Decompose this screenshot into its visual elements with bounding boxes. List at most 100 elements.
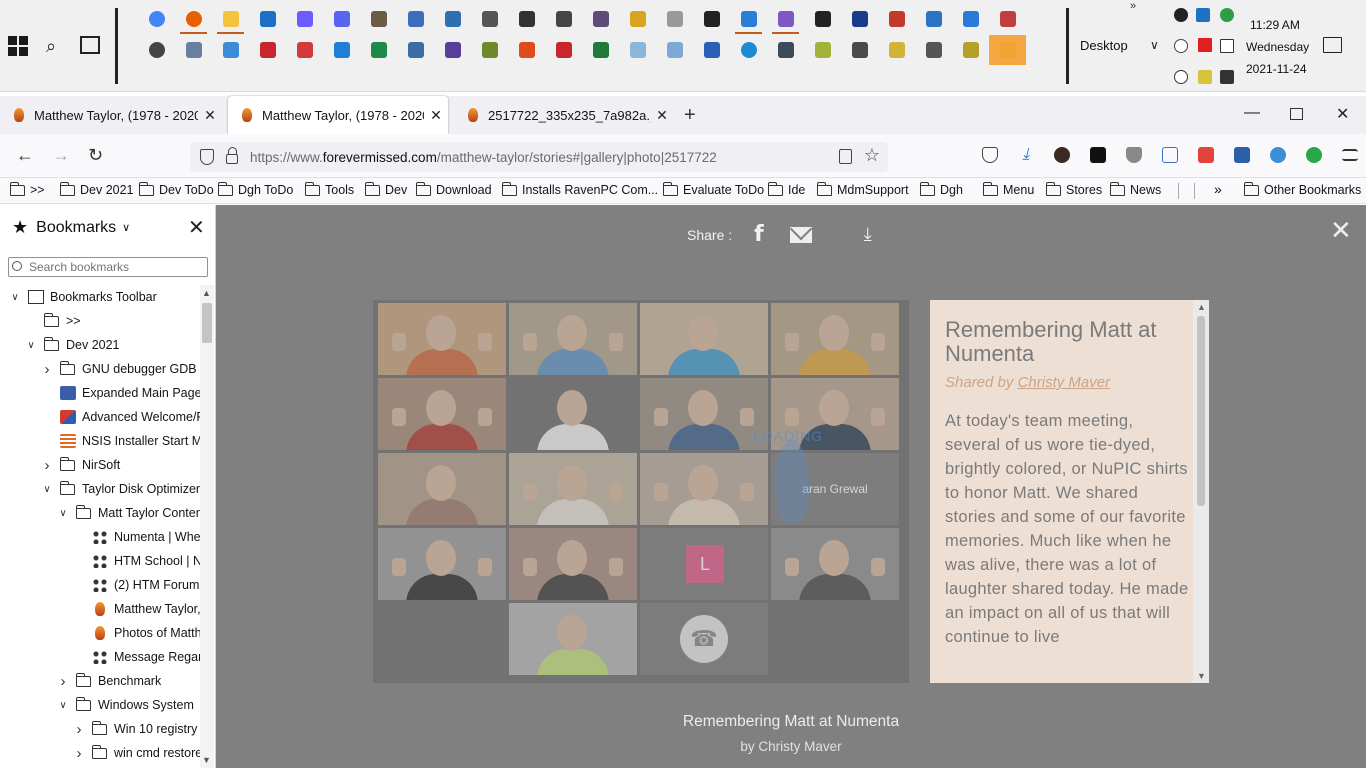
bookmark-folder-news[interactable]: News — [1109, 181, 1161, 197]
close-tab-icon[interactable]: ✕ — [424, 107, 448, 124]
help-icon[interactable] — [915, 35, 952, 65]
share-icon[interactable] — [1260, 144, 1296, 166]
bookmark-folder-row[interactable]: ∨ Matt Taylor Content — [56, 501, 200, 525]
bookmark-folder-row[interactable]: ∨ Windows System — [56, 693, 200, 717]
tracking-protection-icon[interactable] — [200, 149, 214, 165]
url-text[interactable]: https://www.forevermissed.com/matthew-ta… — [250, 150, 717, 165]
chevron-right-icon[interactable]: › — [40, 457, 54, 474]
download-icon[interactable]: ⤓ — [864, 224, 872, 245]
tab-matthew-taylor-2[interactable]: Matthew Taylor, (1978 - 2020) - F ✕ — [228, 96, 448, 134]
scrollbar-thumb[interactable] — [202, 303, 212, 343]
email-icon[interactable] — [789, 226, 812, 243]
network-icon[interactable] — [1220, 39, 1234, 53]
pocket-icon[interactable] — [972, 144, 1008, 166]
close-window-button[interactable]: ✕ — [1336, 104, 1349, 124]
bookmark-folder-[interactable]: >> — [9, 181, 45, 197]
gear-icon[interactable] — [138, 35, 175, 65]
gimp-icon[interactable] — [360, 4, 397, 34]
back-button[interactable]: ← — [16, 145, 34, 166]
app-icon[interactable] — [878, 35, 915, 65]
bookmark-row[interactable]: Message Regardi — [72, 645, 200, 669]
story-scrollbar[interactable]: ▲ ▼ — [1193, 300, 1209, 683]
app-icon[interactable] — [878, 4, 915, 34]
tray-app-icon[interactable] — [1198, 70, 1212, 84]
other-bookmarks-folder[interactable]: Other Bookmarks — [1243, 181, 1361, 197]
sidebar-header[interactable]: ★ Bookmarks ∨ — [12, 217, 130, 238]
excel-icon[interactable] — [360, 35, 397, 65]
menu-icon[interactable] — [1332, 144, 1366, 166]
bookmark-folder-evaluate-todo[interactable]: Evaluate ToDo — [662, 181, 764, 197]
chevron-down-icon[interactable]: ∨ — [56, 508, 70, 519]
tray-app-icon[interactable] — [1220, 70, 1234, 84]
chevron-right-icon[interactable]: › — [72, 721, 86, 738]
bookmark-folder-dev-2021[interactable]: Dev 2021 — [59, 181, 134, 197]
extension-icon[interactable] — [1296, 144, 1332, 166]
messenger-icon[interactable] — [286, 4, 323, 34]
notepad-icon[interactable] — [619, 4, 656, 34]
app-icon[interactable] — [841, 4, 878, 34]
downloads-icon[interactable]: ⤓ — [1008, 144, 1044, 166]
search-icon[interactable]: ⌕ — [46, 36, 56, 57]
chevron-down-icon[interactable]: ∨ — [8, 292, 22, 303]
sidebar-scrollbar[interactable]: ▲ ▼ — [200, 285, 214, 768]
cloud-icon[interactable] — [1174, 39, 1188, 53]
restore-button[interactable] — [1290, 108, 1303, 120]
device-app-icon[interactable] — [582, 4, 619, 34]
camera-icon[interactable] — [841, 35, 878, 65]
notification-icon[interactable] — [1323, 37, 1342, 53]
lock-icon[interactable] — [226, 147, 238, 164]
bookmark-folder-row[interactable]: >> — [24, 309, 200, 333]
bookmark-folder-stores[interactable]: Stores — [1045, 181, 1102, 197]
close-sidebar-button[interactable]: ✕ — [188, 215, 205, 240]
pdf-icon[interactable] — [286, 35, 323, 65]
clock[interactable]: 11:29 AM Wednesday 2021-11-24 — [1246, 14, 1309, 80]
tray-app-icon[interactable] — [1174, 8, 1188, 22]
bookmark-folder-row[interactable]: › NirSoft — [40, 453, 200, 477]
acrobat-icon[interactable] — [545, 35, 582, 65]
bookmark-folder-installs-ravenpc-com[interactable]: Installs RavenPC Com... — [501, 181, 658, 197]
app-icon[interactable] — [397, 4, 434, 34]
scroll-down-arrow[interactable]: ▼ — [202, 755, 211, 765]
extension-icon[interactable] — [1224, 144, 1260, 166]
app-icon[interactable] — [804, 35, 841, 65]
document-icon[interactable] — [656, 35, 693, 65]
outlook-tray-icon[interactable] — [1196, 8, 1210, 22]
tree-icon[interactable] — [471, 35, 508, 65]
close-tab-icon[interactable]: ✕ — [650, 107, 674, 124]
bookmark-folder-dev-todo[interactable]: Dev ToDo — [138, 181, 214, 197]
control-panel-icon[interactable] — [212, 35, 249, 65]
chrome-icon[interactable] — [138, 4, 175, 34]
extension-icon[interactable] — [1080, 144, 1116, 166]
bookmark-row[interactable]: HTM School | Nu — [72, 549, 200, 573]
timer-icon[interactable] — [656, 4, 693, 34]
acrobat-icon[interactable] — [249, 35, 286, 65]
bookmark-row[interactable]: Matthew Taylor, ( — [72, 597, 200, 621]
vscode-icon[interactable] — [730, 4, 767, 34]
network-icon[interactable] — [175, 35, 212, 65]
bookmark-row[interactable]: (2) HTM Forum — [72, 573, 200, 597]
bookmark-row[interactable]: Numenta | Where — [72, 525, 200, 549]
bookmark-folder-tools[interactable]: Tools — [304, 181, 354, 197]
tray-app-icon[interactable] — [1198, 38, 1212, 52]
app-icon[interactable] — [434, 35, 471, 65]
image-icon[interactable] — [397, 35, 434, 65]
app-icon[interactable] — [767, 35, 804, 65]
word-icon[interactable] — [693, 35, 730, 65]
bookmark-folder-mdmsupport[interactable]: MdmSupport — [816, 181, 909, 197]
scroll-up-arrow[interactable]: ▲ — [202, 288, 211, 298]
extension-icon[interactable] — [1152, 144, 1188, 166]
facebook-icon[interactable]: f — [754, 222, 764, 247]
bookmark-folder-row[interactable]: › Win 10 registry va — [72, 717, 200, 741]
close-overlay-button[interactable]: ✕ — [1330, 215, 1352, 246]
forward-button[interactable]: → — [52, 145, 70, 166]
scroll-down-arrow[interactable]: ▼ — [1197, 671, 1206, 681]
reload-button[interactable]: ↻ — [88, 145, 103, 166]
volume-icon[interactable] — [1174, 70, 1188, 84]
chevron-double-right-icon[interactable]: » — [1130, 0, 1136, 12]
bookmark-folder-dgh[interactable]: Dgh — [919, 181, 963, 197]
bookmark-folder-dev[interactable]: Dev — [364, 181, 407, 197]
bookmark-folder-row[interactable]: ∨ Dev 2021 — [24, 333, 200, 357]
sync-icon[interactable] — [730, 35, 767, 65]
office-icon[interactable] — [508, 35, 545, 65]
firefox-icon[interactable] — [175, 4, 212, 34]
